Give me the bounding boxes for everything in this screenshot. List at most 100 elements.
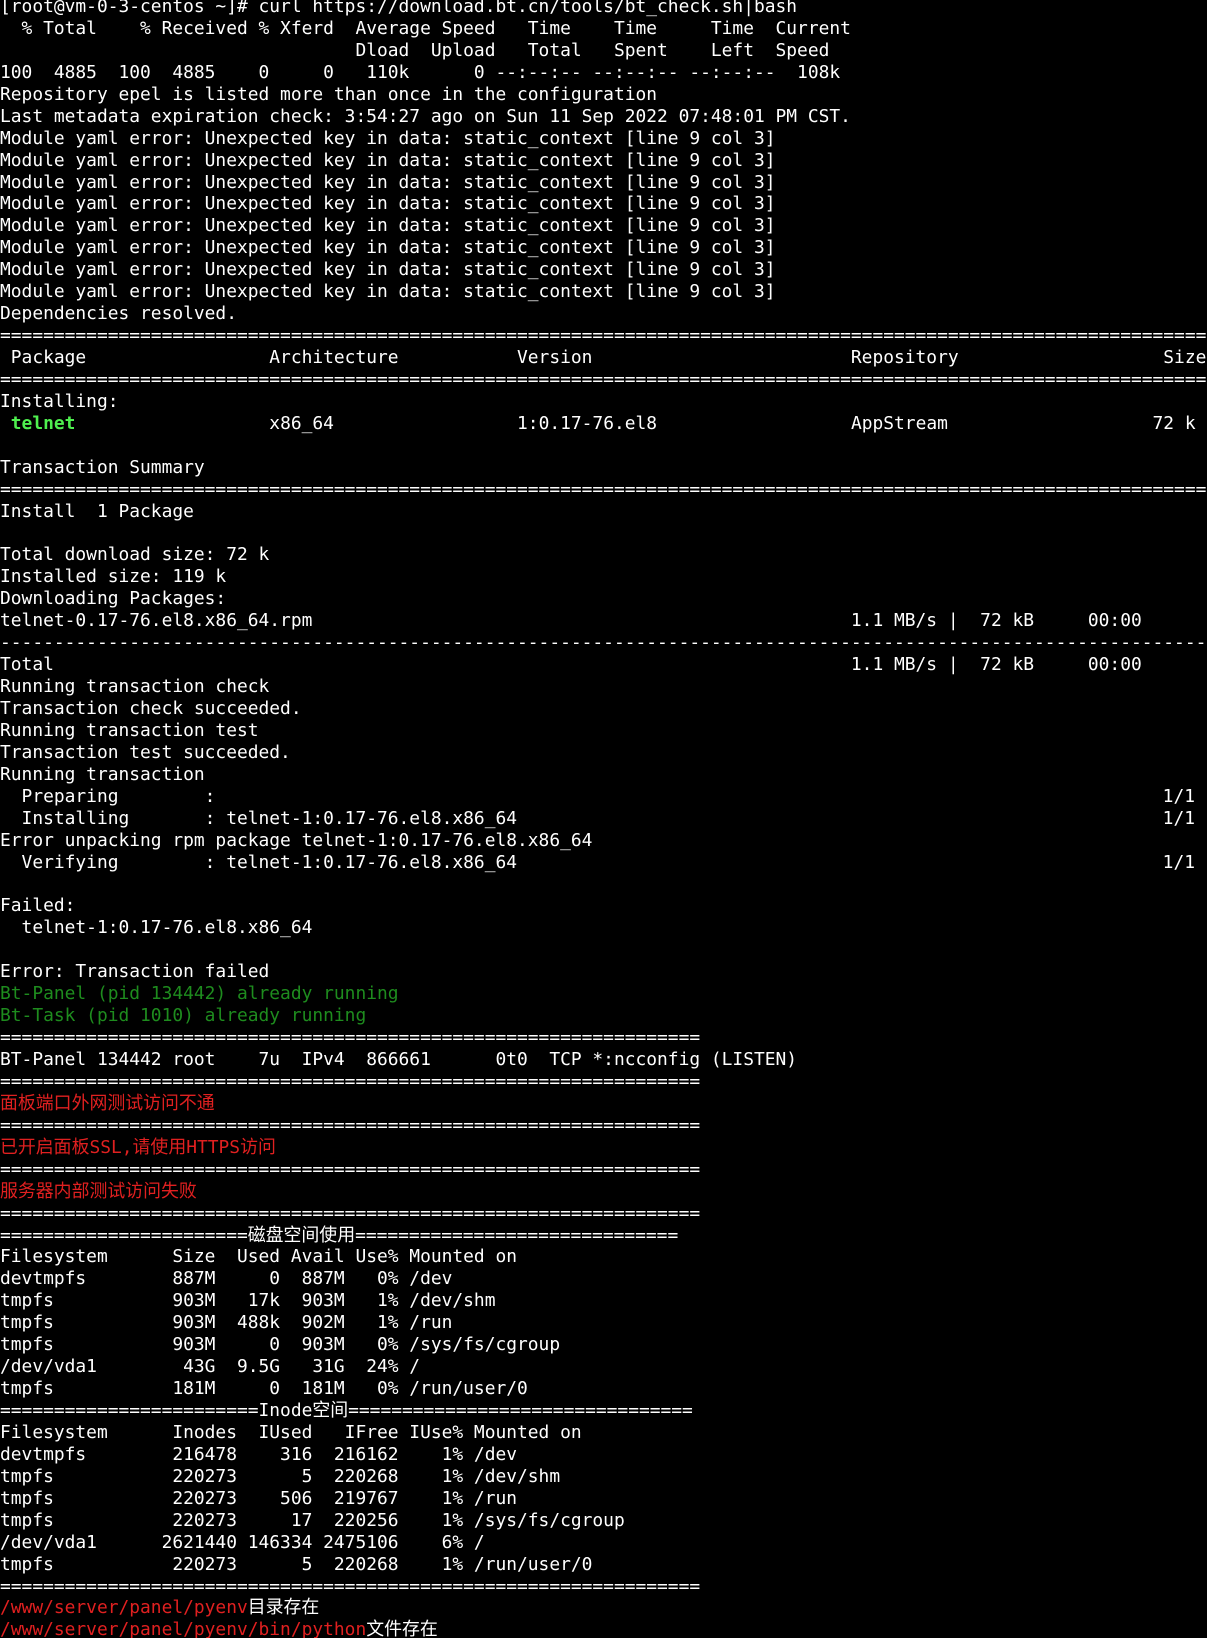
- repo-warning: Repository epel is listed more than once…: [0, 84, 1207, 106]
- transaction-step: Running transaction: [0, 764, 1207, 786]
- pyenv-python-exists-segment: 文件存在: [366, 1619, 438, 1638]
- failed-package-text: telnet-1:0.17-76.el8.x86_64: [0, 917, 313, 939]
- package-table-header: Package Architecture Version Repository …: [0, 347, 1207, 369]
- yaml-error: Module yaml error: Unexpected key in dat…: [0, 215, 1207, 237]
- separator-line: ========================================…: [0, 325, 1207, 347]
- transaction-step-text: Running transaction check: [0, 676, 270, 698]
- df-row-text: tmpfs 903M 488k 902M 1% /run: [0, 1312, 453, 1334]
- download-row-text: telnet-0.17-76.el8.x86_64.rpm 1.1 MB/s |…: [0, 610, 1142, 632]
- downloading-packages-text: Downloading Packages:: [0, 588, 227, 610]
- progress-count: 1/1: [1162, 785, 1195, 807]
- yaml-error: Module yaml error: Unexpected key in dat…: [0, 172, 1207, 194]
- download-total: Total 1.1 MB/s | 72 kB 00:00: [0, 654, 1207, 676]
- inode-row: /dev/vda1 2621440 146334 2475106 6% /: [0, 1532, 1207, 1554]
- yaml-error-text: Module yaml error: Unexpected key in dat…: [0, 259, 776, 281]
- installed-size: Installed size: 119 k: [0, 566, 1207, 588]
- download-total-text: Total 1.1 MB/s | 72 kB 00:00: [0, 654, 1142, 676]
- transaction-summary-label-text: Transaction Summary: [0, 456, 205, 478]
- separator-line-text: ========================================…: [0, 1027, 701, 1049]
- yaml-error: Module yaml error: Unexpected key in dat…: [0, 259, 1207, 281]
- terminal-window[interactable]: [root@vm-0-3-centos ~]# curl https://dow…: [0, 0, 1207, 1638]
- separator-line: ========================================…: [0, 1576, 1207, 1598]
- df-row-text: tmpfs 181M 0 181M 0% /run/user/0: [0, 1378, 528, 1400]
- pyenv-dir-exists-segment: /www/server/panel/pyenv: [0, 1597, 248, 1619]
- df-row: tmpfs 181M 0 181M 0% /run/user/0: [0, 1378, 1207, 1400]
- separator-line-text: ========================================…: [0, 325, 1207, 347]
- yaml-error-text: Module yaml error: Unexpected key in dat…: [0, 215, 776, 237]
- panel-port-unreachable-text: 面板端口外网测试访问不通: [0, 1092, 215, 1114]
- transaction-step: Transaction test succeeded.: [0, 742, 1207, 764]
- separator-line: ========================================…: [0, 369, 1207, 391]
- df-row: tmpfs 903M 0 903M 0% /sys/fs/cgroup: [0, 1334, 1207, 1356]
- install-count: Install 1 Package: [0, 501, 1207, 523]
- inode-row: devtmpfs 216478 316 216162 1% /dev: [0, 1444, 1207, 1466]
- separator-line: ========================================…: [0, 479, 1207, 501]
- ssl-enabled-notice-text: 已开启面板SSL,请使用HTTPS访问: [0, 1136, 276, 1158]
- inode-row-text: tmpfs 220273 5 220268 1% /run/user/0: [0, 1553, 593, 1575]
- port-listen-row: BT-Panel 134442 root 7u IPv4 866661 0t0 …: [0, 1049, 1207, 1071]
- failed-label-text: Failed:: [0, 895, 76, 917]
- install-count-text: Install 1 Package: [0, 500, 194, 522]
- df-row: devtmpfs 887M 0 887M 0% /dev: [0, 1268, 1207, 1290]
- inode-header-text: Filesystem Inodes IUsed IFree IUse% Moun…: [0, 1421, 582, 1443]
- df-header-text: Filesystem Size Used Avail Use% Mounted …: [0, 1246, 518, 1268]
- dash-separator: ----------------------------------------…: [0, 632, 1207, 654]
- transaction-step-text: Running transaction test: [0, 719, 259, 741]
- metadata-check: Last metadata expiration check: 3:54:27 …: [0, 106, 1207, 128]
- progress-verifying: Verifying : telnet-1:0.17-76.el8.x86_64 1…: [0, 852, 1207, 874]
- df-header: Filesystem Size Used Avail Use% Mounted …: [0, 1246, 1207, 1268]
- bt-task-running: Bt-Task (pid 1010) already running: [0, 1005, 1207, 1027]
- df-row: /dev/vda1 43G 9.5G 31G 24% /: [0, 1356, 1207, 1378]
- separator-line: ========================================…: [0, 1071, 1207, 1093]
- separator-line-text: ========================================…: [0, 478, 1207, 500]
- progress-count: 1/1: [1162, 807, 1195, 829]
- df-row: tmpfs 903M 488k 902M 1% /run: [0, 1312, 1207, 1334]
- inode-title-text: ========================Inode空间=========…: [0, 1400, 693, 1421]
- transaction-summary-label: Transaction Summary: [0, 457, 1207, 479]
- df-row-text: /dev/vda1 43G 9.5G 31G 24% /: [0, 1356, 421, 1378]
- yaml-error-text: Module yaml error: Unexpected key in dat…: [0, 127, 776, 149]
- df-row-text: tmpfs 903M 0 903M 0% /sys/fs/cgroup: [0, 1334, 561, 1356]
- pyenv-python-exists: /www/server/panel/pyenv/bin/python文件存在: [0, 1619, 1207, 1638]
- installing-label: Installing:: [0, 391, 1207, 413]
- inode-row: tmpfs 220273 5 220268 1% /run/user/0: [0, 1554, 1207, 1576]
- disk-usage-title-text: =======================磁盘空间使用===========…: [0, 1224, 679, 1246]
- df-row: tmpfs 903M 17k 903M 1% /dev/shm: [0, 1290, 1207, 1312]
- transaction-step: Running transaction check: [0, 676, 1207, 698]
- disk-usage-title: =======================磁盘空间使用===========…: [0, 1225, 1207, 1247]
- transaction-step-text: Running transaction: [0, 763, 205, 785]
- separator-line-text: ========================================…: [0, 1202, 701, 1224]
- transaction-step: Transaction check succeeded.: [0, 698, 1207, 720]
- inode-header: Filesystem Inodes IUsed IFree IUse% Moun…: [0, 1422, 1207, 1444]
- bt-panel-running-text: Bt-Panel (pid 134442) already running: [0, 983, 399, 1005]
- progress-verifying-text: Verifying : telnet-1:0.17-76.el8.x86_64: [0, 851, 518, 873]
- separator-line: ========================================…: [0, 1027, 1207, 1049]
- inode-row-text: devtmpfs 216478 316 216162 1% /dev: [0, 1443, 518, 1465]
- df-row-text: tmpfs 903M 17k 903M 1% /dev/shm: [0, 1290, 496, 1312]
- package-row-segment: x86_64 1:0.17-76.el8 AppStream 72 k: [75, 412, 1196, 434]
- inode-row-text: tmpfs 220273 506 219767 1% /run: [0, 1487, 518, 1509]
- metadata-check-text: Last metadata expiration check: 3:54:27 …: [0, 105, 851, 127]
- yaml-error-text: Module yaml error: Unexpected key in dat…: [0, 281, 776, 303]
- transaction-step-text: Transaction check succeeded.: [0, 698, 302, 719]
- separator-line-text: ========================================…: [0, 368, 1207, 390]
- yaml-error: Module yaml error: Unexpected key in dat…: [0, 237, 1207, 259]
- inode-row: tmpfs 220273 506 219767 1% /run: [0, 1488, 1207, 1510]
- inode-row: tmpfs 220273 17 220256 1% /sys/fs/cgroup: [0, 1510, 1207, 1532]
- inode-row: tmpfs 220273 5 220268 1% /dev/shm: [0, 1466, 1207, 1488]
- df-row-text: devtmpfs 887M 0 887M 0% /dev: [0, 1268, 453, 1290]
- transaction-step: Running transaction test: [0, 720, 1207, 742]
- curl-command-prompt: [root@vm-0-3-centos ~]# curl https://dow…: [0, 0, 1207, 18]
- yaml-error: Module yaml error: Unexpected key in dat…: [0, 150, 1207, 172]
- progress-count: 1/1: [1162, 851, 1195, 873]
- port-listen-row-text: BT-Panel 134442 root 7u IPv4 866661 0t0 …: [0, 1049, 798, 1070]
- internal-test-failed: 服务器内部测试访问失败: [0, 1181, 1207, 1203]
- transaction-failed: Error: Transaction failed: [0, 961, 1207, 983]
- curl-progress-header-1: % Total % Received % Xferd Average Speed…: [0, 18, 1207, 40]
- dash-separator-text: ----------------------------------------…: [0, 632, 1207, 654]
- separator-line-text: ========================================…: [0, 1070, 701, 1092]
- progress-installing-text: Installing : telnet-1:0.17-76.el8.x86_64: [0, 807, 518, 829]
- progress-installing: Installing : telnet-1:0.17-76.el8.x86_64…: [0, 808, 1207, 830]
- separator-line: ========================================…: [0, 1159, 1207, 1181]
